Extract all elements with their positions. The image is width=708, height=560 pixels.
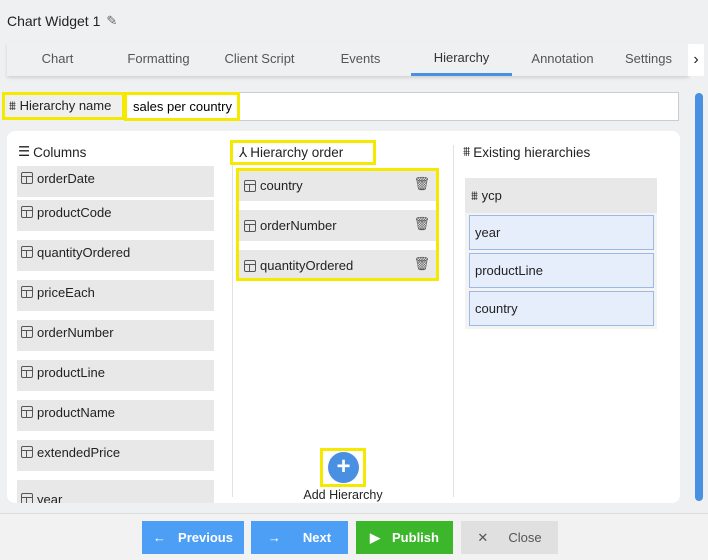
previous-button[interactable]: ← Previous	[142, 521, 244, 554]
tab-settings[interactable]: Settings	[613, 42, 689, 76]
tab-annotation[interactable]: Annotation	[512, 42, 613, 76]
fork-icon: ⅄	[239, 144, 248, 160]
table-icon	[21, 406, 33, 418]
column-label: productCode	[37, 205, 112, 220]
tab-events[interactable]: Events	[310, 42, 411, 76]
column-item[interactable]: year	[17, 480, 214, 503]
hierarchy-name-input[interactable]	[124, 92, 679, 121]
add-hierarchy-label: Add Hierarchy	[303, 488, 383, 502]
column-label: year	[37, 492, 63, 503]
existing-hierarchies-header: ⩩ Existing hierarchies	[463, 144, 590, 160]
hierarchy-name-label: ⩩ Hierarchy name	[2, 92, 125, 120]
scrollbar[interactable]	[695, 93, 703, 501]
table-icon	[21, 446, 33, 458]
existing-item: year	[469, 215, 654, 250]
arrow-right-icon: →	[267, 530, 281, 545]
label-text: Hierarchy name	[19, 98, 112, 113]
hierarchy-order-header: ⅄ Hierarchy order	[230, 140, 376, 165]
publish-label: Publish	[392, 530, 439, 545]
column-item[interactable]: productName	[17, 400, 214, 431]
add-hierarchy-button[interactable]: +	[320, 448, 366, 487]
close-icon: ✕	[477, 529, 489, 545]
table-icon	[21, 366, 33, 378]
column-label: productLine	[37, 365, 105, 380]
column-item[interactable]: productCode	[17, 200, 214, 231]
close-button[interactable]: ✕ Close	[461, 521, 558, 554]
column-label: orderNumber	[37, 325, 114, 340]
arrow-left-icon: ←	[153, 530, 167, 545]
list-icon: ☰	[18, 144, 31, 159]
table-icon	[21, 326, 33, 338]
existing-title: Existing hierarchies	[473, 144, 591, 160]
columns-header: ☰ Columns	[18, 144, 86, 160]
edit-icon[interactable]: ✎	[106, 13, 117, 29]
sitemap-icon: ⩩	[463, 144, 471, 159]
widget-title: Chart Widget 1 ✎	[7, 13, 117, 29]
tab-hierarchy[interactable]: Hierarchy	[411, 42, 512, 76]
existing-item: productLine	[469, 253, 654, 288]
sitemap-icon: ⩩	[9, 98, 16, 113]
column-item[interactable]: priceEach	[17, 280, 214, 311]
existing-hierarchy-name[interactable]: ⩩ ycp	[465, 178, 657, 213]
tab-bar: Chart Formatting Client Script Events Hi…	[7, 42, 689, 76]
plus-icon: +	[328, 452, 359, 483]
table-icon	[21, 286, 33, 298]
publish-button[interactable]: ▶ Publish	[356, 521, 453, 554]
column-label: extendedPrice	[37, 445, 121, 460]
columns-title: Columns	[33, 144, 87, 160]
column-item[interactable]: orderNumber	[17, 320, 214, 351]
table-icon	[21, 246, 33, 258]
table-icon	[21, 493, 33, 503]
column-label: quantityOrdered	[37, 245, 131, 260]
previous-label: Previous	[178, 530, 233, 545]
tab-chart[interactable]: Chart	[7, 42, 108, 76]
column-item[interactable]: quantityOrdered	[17, 240, 214, 271]
footer	[0, 513, 708, 560]
close-label: Close	[508, 530, 542, 545]
tab-client-script[interactable]: Client Script	[209, 42, 310, 76]
table-icon	[21, 206, 33, 218]
hierarchy-panel: ☰ Columns orderDate productCode quantityO…	[7, 131, 680, 503]
column-item[interactable]: productLine	[17, 360, 214, 391]
divider	[453, 145, 454, 497]
existing-item: country	[469, 291, 654, 326]
column-label: priceEach	[37, 285, 95, 300]
title-text: Chart Widget 1	[7, 13, 101, 29]
chevron-right-icon[interactable]: ›	[688, 44, 704, 76]
play-icon: ▶	[370, 529, 381, 545]
column-item[interactable]: orderDate	[17, 166, 214, 197]
next-button[interactable]: → Next	[251, 521, 348, 554]
order-title: Hierarchy order	[250, 145, 344, 160]
next-label: Next	[302, 530, 332, 545]
hierarchy-name-text: ycp	[481, 188, 502, 203]
divider	[232, 161, 233, 497]
sitemap-icon: ⩩	[471, 188, 478, 203]
column-item[interactable]: extendedPrice	[17, 440, 214, 471]
column-label: orderDate	[37, 171, 95, 186]
column-label: productName	[37, 405, 116, 420]
table-icon	[21, 172, 33, 184]
tab-formatting[interactable]: Formatting	[108, 42, 209, 76]
highlight-box	[236, 168, 439, 281]
